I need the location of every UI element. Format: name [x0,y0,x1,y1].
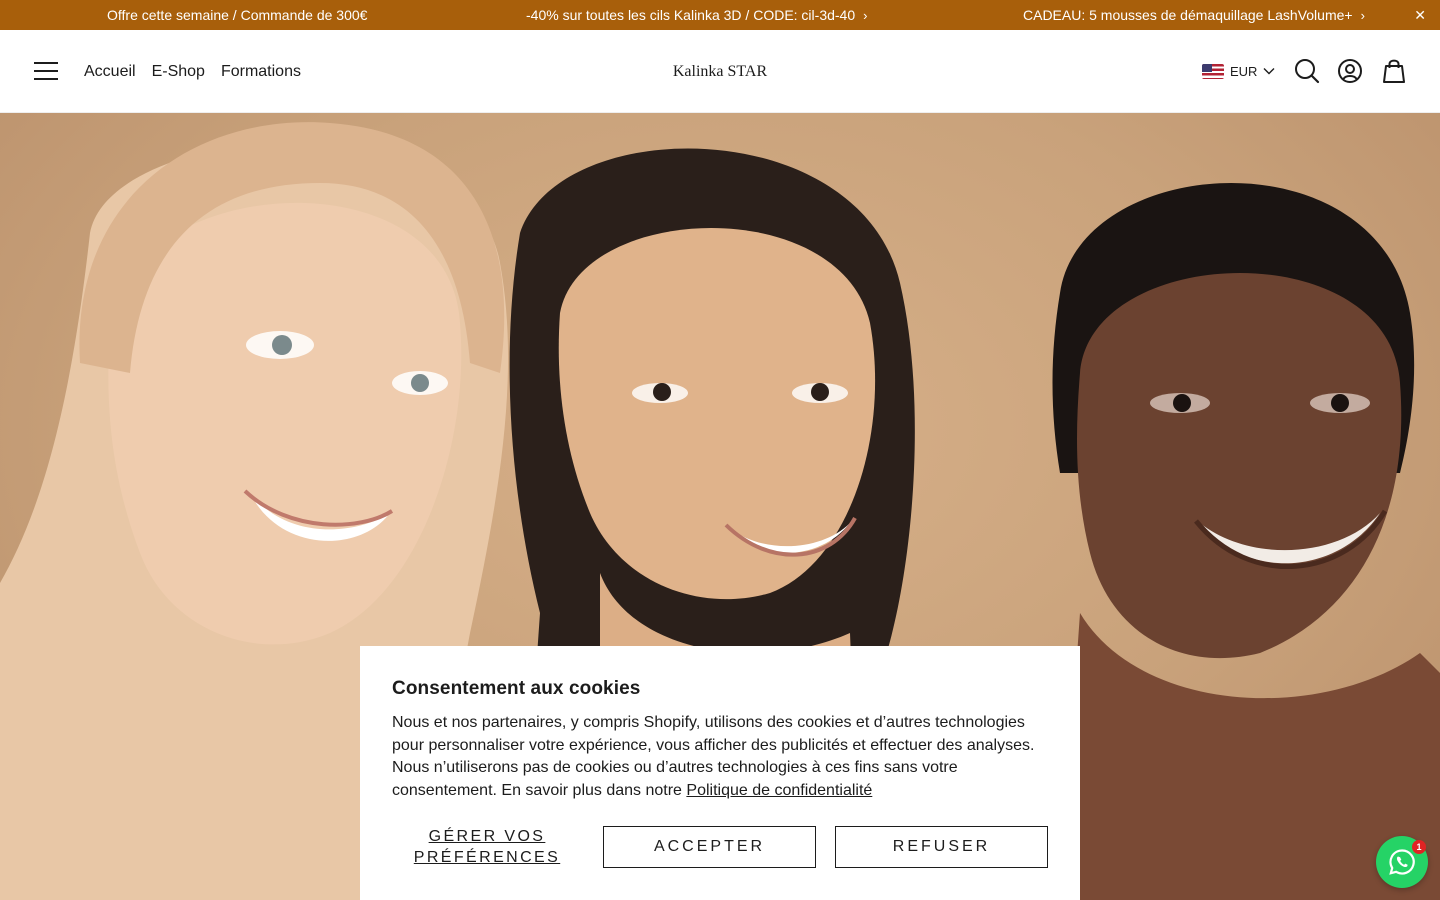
announcement-message-2[interactable]: -40% sur toutes les cils Kalinka 3D / CO… [526,0,867,30]
refuse-button[interactable]: REFUSER [835,826,1048,868]
nav-item-accueil[interactable]: Accueil [84,63,136,81]
whatsapp-icon [1389,849,1415,875]
chevron-right-icon: › [1360,8,1365,23]
chevron-right-icon: › [863,8,868,23]
close-icon[interactable]: ✕ [1414,0,1426,30]
cookie-buttons: GÉRER VOS PRÉFÉRENCES ACCEPTER REFUSER [392,826,1048,868]
main-nav: Accueil E-Shop Formations [84,30,301,113]
announcement-text-3: CADEAU: 5 mousses de démaquillage LashVo… [1023,7,1353,23]
cookie-title: Consentement aux cookies [392,678,641,699]
site-header: Accueil E-Shop Formations Kalinka STAR E… [0,30,1440,113]
notification-badge: 1 [1412,840,1426,854]
announcement-message-1[interactable]: Offre cette semaine / Commande de 300€ [107,0,367,30]
manage-preferences-button[interactable]: GÉRER VOS PRÉFÉRENCES [392,826,582,868]
cookie-consent-banner: Consentement aux cookies Nous et nos par… [360,646,1080,900]
cookie-text: Nous et nos partenaires, y compris Shopi… [392,712,1048,802]
us-flag-icon [1202,63,1224,79]
currency-label: EUR [1230,63,1258,79]
account-icon[interactable] [1336,57,1364,85]
nav-item-e-shop[interactable]: E-Shop [152,63,205,81]
announcement-text-2: -40% sur toutes les cils Kalinka 3D / CO… [526,7,856,23]
announcement-message-3[interactable]: CADEAU: 5 mousses de démaquillage LashVo… [1023,0,1365,30]
currency-selector[interactable]: EUR [1202,61,1275,81]
announcement-text-1: Offre cette semaine / Commande de 300€ [107,7,368,23]
announcement-bar: Offre cette semaine / Commande de 300€ -… [0,0,1440,30]
nav-item-formations[interactable]: Formations [221,63,301,81]
accept-button[interactable]: ACCEPTER [603,826,816,868]
privacy-policy-link[interactable]: Politique de confidentialité [686,782,872,799]
whatsapp-button[interactable]: 1 [1376,836,1428,888]
search-icon[interactable] [1293,57,1321,85]
hamburger-icon[interactable] [34,62,58,80]
cart-icon[interactable] [1380,57,1408,85]
chevron-down-icon [1263,68,1275,75]
site-logo[interactable]: Kalinka STAR [673,63,767,80]
